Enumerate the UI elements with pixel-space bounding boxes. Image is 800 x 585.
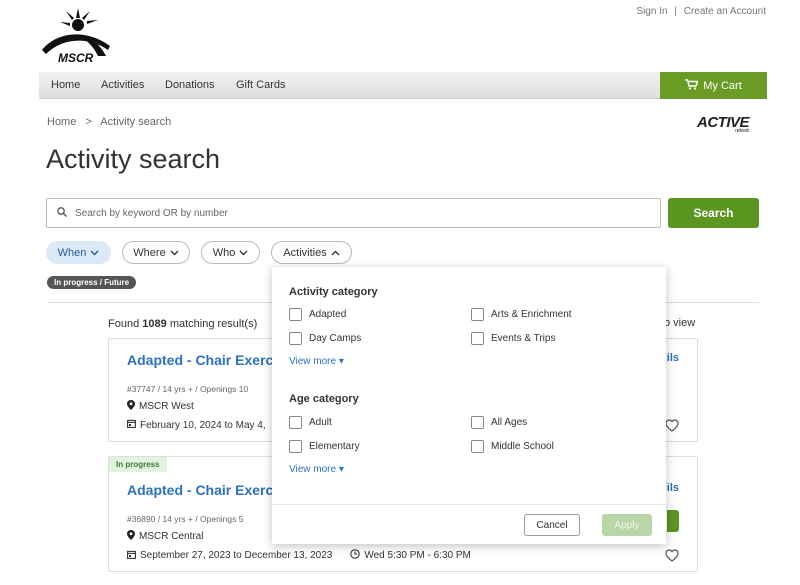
checkbox-box[interactable] [289,416,302,429]
checkbox-label: Middle School [491,441,554,452]
main-nav: Home Activities Donations Gift Cards My … [39,72,767,99]
activity-category-title: Activity category [289,286,378,298]
page-title: Activity search [46,144,221,174]
chevron-down-icon [90,247,99,259]
card-time-text: Wed 5:30 PM - 6:30 PM [364,550,471,561]
activity-view-more-link[interactable]: View more ▾ [289,356,344,367]
clock-icon [350,549,361,562]
top-links: Sign In | Create an Account [636,6,766,17]
mscr-logo[interactable]: MSCR [38,6,114,65]
filter-activities-label: Activities [283,246,327,259]
results-count: Found 1089 matching result(s) [108,318,257,330]
card-details-link[interactable]: ils [667,482,679,494]
results-suffix: matching result(s) [169,318,258,330]
nav-gift-cards[interactable]: Gift Cards [236,79,286,91]
checkbox-box[interactable] [471,416,484,429]
checkbox-events-trips[interactable]: Events & Trips [471,332,555,345]
heart-icon[interactable] [665,549,679,567]
view-toggle[interactable]: o view [664,317,695,329]
card-location-text: MSCR Central [139,531,204,542]
calendar-icon [127,419,136,431]
search-field[interactable] [46,198,661,228]
cancel-button[interactable]: Cancel [524,514,580,536]
checkbox-label: Adapted [309,309,347,320]
card-meta: #36890 / 14 yrs + / Openings 5 [127,514,244,524]
calendar-icon [127,550,136,562]
sign-in-link[interactable]: Sign In [636,6,667,17]
my-cart-button[interactable]: My Cart [660,72,767,99]
location-pin-icon [127,530,135,543]
top-links-separator: | [674,6,677,17]
filter-where[interactable]: Where [122,241,190,264]
breadcrumb: Home > Activity search [47,116,171,128]
checkbox-box[interactable] [471,332,484,345]
breadcrumb-current: Activity search [100,116,172,128]
checkbox-label: Adult [309,417,332,428]
breadcrumb-home[interactable]: Home [47,116,76,128]
checkbox-adult[interactable]: Adult [289,416,332,429]
card-meta: #37747 / 14 yrs + / Openings 10 [127,384,249,394]
chevron-down-icon [170,247,179,259]
card-location-text: MSCR West [139,401,194,412]
checkbox-box[interactable] [289,308,302,321]
breadcrumb-separator: > [85,116,92,128]
checkbox-box[interactable] [289,440,302,453]
filter-who[interactable]: Who [201,241,260,264]
active-network-logo: ACTIVE network [697,114,750,134]
checkbox-elementary[interactable]: Elementary [289,440,360,453]
filter-when-label: When [57,246,87,259]
checkbox-label: Elementary [309,441,360,452]
popover-footer: Cancel Apply [272,504,666,544]
checkbox-label: Events & Trips [491,333,556,344]
checkbox-arts-enrichment[interactable]: Arts & Enrichment [471,308,572,321]
search-input[interactable] [75,207,635,219]
card-dates-text: February 10, 2024 to May 4, [140,419,266,431]
location-pin-icon [127,400,135,413]
checkbox-adapted[interactable]: Adapted [289,308,346,321]
create-account-link[interactable]: Create an Account [684,6,766,17]
filter-when[interactable]: When [46,241,111,264]
nav-donations[interactable]: Donations [165,79,215,91]
apply-button[interactable]: Apply [602,514,652,536]
search-icon [57,204,67,222]
filter-where-label: Where [133,246,166,259]
checkbox-all-ages[interactable]: All Ages [471,416,527,429]
checkbox-label: Day Camps [309,333,362,344]
in-progress-badge: In progress [109,457,167,472]
card-title[interactable]: Adapted - Chair Exerc [127,352,273,368]
checkbox-box[interactable] [289,332,302,345]
checkbox-box[interactable] [471,440,484,453]
checkbox-day-camps[interactable]: Day Camps [289,332,361,345]
checkbox-middle-school[interactable]: Middle School [471,440,554,453]
nav-activities[interactable]: Activities [101,79,144,91]
cart-label: My Cart [703,79,742,92]
search-button[interactable]: Search [668,198,759,228]
card-details-link[interactable]: ils [667,352,679,364]
card-dates: February 10, 2024 to May 4, [127,419,266,431]
checkbox-label: Arts & Enrichment [491,309,572,320]
results-prefix: Found [108,318,140,330]
filter-activities[interactable]: Activities [271,241,352,264]
checkbox-label: All Ages [491,417,528,428]
age-category-title: Age category [289,393,359,405]
add-to-cart-button[interactable] [667,510,679,532]
nav-home[interactable]: Home [51,79,80,91]
card-dates: September 27, 2023 to December 13, 2023 … [127,549,471,562]
card-dates-text: September 27, 2023 to December 13, 2023 [140,550,333,561]
age-view-more-link[interactable]: View more ▾ [289,464,344,475]
activities-filter-popover: Activity category Adapted Arts & Enrichm… [272,267,666,544]
heart-icon[interactable] [665,419,679,437]
status-pill[interactable]: In progress / Future [47,276,137,289]
chevron-up-icon [331,247,340,259]
cart-icon [685,78,699,93]
chevron-down-icon [239,247,248,259]
card-location: MSCR West [127,400,194,413]
filter-who-label: Who [212,246,236,259]
results-number: 1089 [142,318,167,330]
card-title[interactable]: Adapted - Chair Exerc [127,482,273,498]
svg-text:MSCR: MSCR [58,51,94,64]
checkbox-box[interactable] [471,308,484,321]
card-location: MSCR Central [127,530,203,543]
